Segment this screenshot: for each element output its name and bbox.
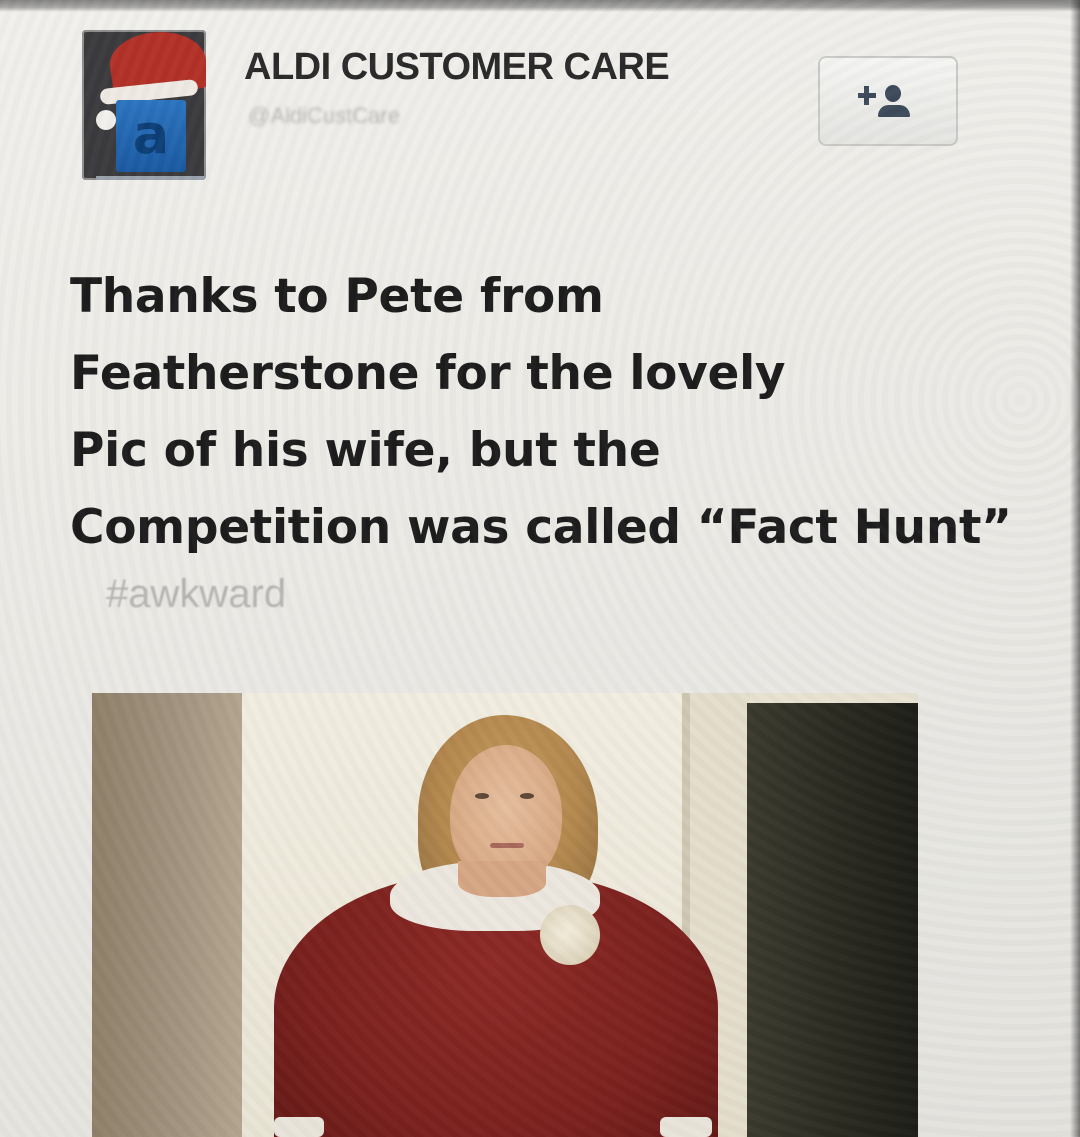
follow-button[interactable]	[818, 56, 958, 146]
account-handle[interactable]: @AldiCustCare	[248, 103, 400, 129]
tweet-line: Pic of his wife, but the	[70, 423, 661, 478]
aldi-logo-band	[96, 176, 206, 180]
tweet-line: Featherstone for the lovely	[70, 346, 786, 401]
tweet-text: Thanks to Pete from Featherstone for the…	[70, 258, 1060, 566]
screen-bezel-top	[0, 0, 1080, 12]
santa-hat-pompom	[96, 110, 116, 130]
screen-bezel-right	[1070, 0, 1080, 1137]
tweet-line: Thanks to Pete from	[70, 269, 604, 324]
tweet-line: Competition was called “Fact Hunt”	[70, 500, 1012, 555]
hashtag-link[interactable]: #awkward	[106, 572, 286, 617]
follow-user-icon	[858, 79, 918, 123]
account-name[interactable]: ALDI CUSTOMER CARE	[244, 45, 670, 89]
tweet-screen: a ALDI CUSTOMER CARE @AldiCustCare Thank…	[0, 0, 1080, 1137]
attached-photo[interactable]	[92, 693, 918, 1137]
aldi-logo-letter: a	[132, 103, 170, 166]
profile-avatar[interactable]: a	[82, 30, 206, 180]
